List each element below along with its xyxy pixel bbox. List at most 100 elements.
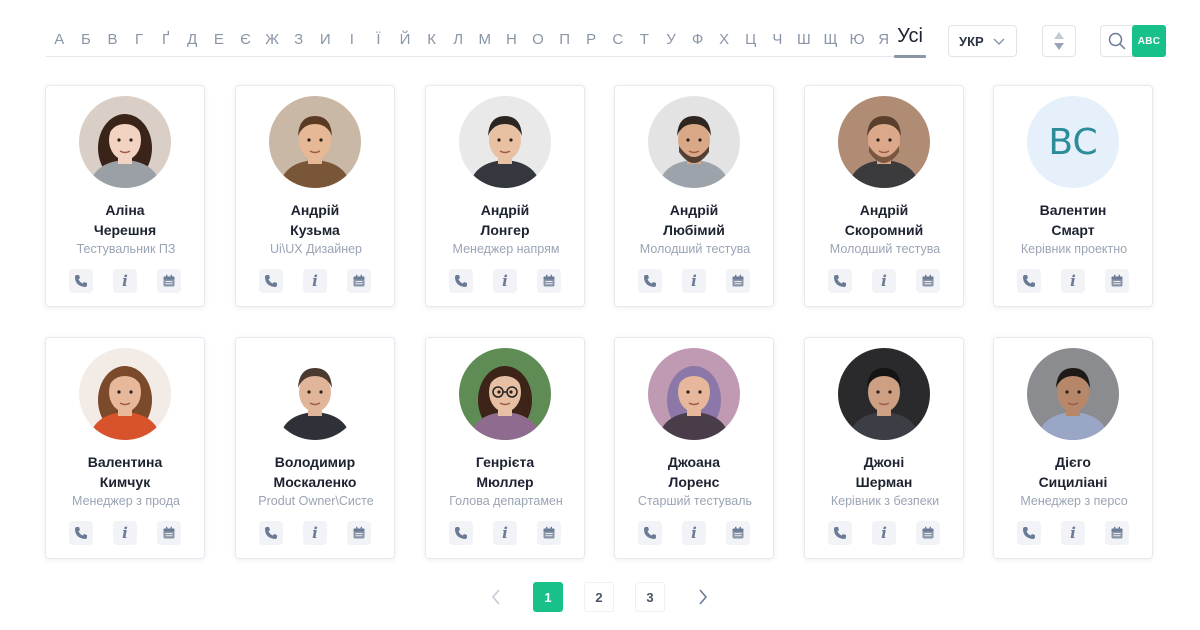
letter-filter[interactable]: Е	[206, 32, 233, 48]
calendar-button[interactable]	[1105, 269, 1129, 293]
next-page-button[interactable]	[688, 582, 718, 612]
letter-filter[interactable]: І	[339, 32, 366, 48]
letter-filter[interactable]: Н	[498, 32, 525, 48]
info-button[interactable]: i	[1061, 521, 1085, 545]
call-button[interactable]	[1017, 269, 1041, 293]
call-button[interactable]	[1017, 521, 1041, 545]
letter-filter[interactable]: Х	[711, 32, 738, 48]
info-button[interactable]: i	[682, 269, 706, 293]
calendar-button[interactable]	[347, 269, 371, 293]
letter-filter[interactable]: Ж	[259, 32, 286, 48]
info-button[interactable]: i	[303, 521, 327, 545]
calendar-button[interactable]	[537, 269, 561, 293]
call-button[interactable]	[828, 269, 852, 293]
letter-filter[interactable]: Щ	[817, 32, 844, 48]
call-button[interactable]	[638, 521, 662, 545]
info-button[interactable]: i	[1061, 269, 1085, 293]
employee-card[interactable]: Генрієта Мюллер Голова департамен i	[425, 337, 585, 559]
info-button[interactable]: i	[303, 269, 327, 293]
letter-filter[interactable]: Ч	[764, 32, 791, 48]
letter-filter[interactable]: Й	[392, 32, 419, 48]
letter-filter[interactable]: Г	[126, 32, 153, 48]
info-button[interactable]: i	[872, 269, 896, 293]
employee-card[interactable]: Джоана Лоренс Старший тестуваль i	[614, 337, 774, 559]
calendar-button[interactable]	[157, 269, 181, 293]
calendar-button[interactable]	[347, 521, 371, 545]
employee-card[interactable]: Валентина Кимчук Менеджер з прода i	[45, 337, 205, 559]
employee-card[interactable]: BC Валентин Смарт Керівник проектно i	[993, 85, 1153, 307]
abc-sort-button[interactable]: ABC	[1132, 25, 1166, 57]
call-button[interactable]	[69, 269, 93, 293]
employee-card[interactable]: Джоні Шерман Керівник з безпеки i	[804, 337, 964, 559]
calendar-button[interactable]	[726, 269, 750, 293]
call-button[interactable]	[259, 521, 283, 545]
letter-filter[interactable]: М	[472, 32, 499, 48]
alphabet-letters: АБВГҐДЕЄЖЗИІЇЙКЛМНОПРСТУФХЦЧШЩЮЯ	[46, 22, 897, 48]
calendar-button[interactable]	[537, 521, 561, 545]
call-button[interactable]	[828, 521, 852, 545]
call-button[interactable]	[638, 269, 662, 293]
employee-card[interactable]: Дієго Сициліані Менеджер з персо i	[993, 337, 1153, 559]
letter-filter[interactable]: Ґ	[152, 32, 179, 48]
letter-filter[interactable]: П	[551, 32, 578, 48]
info-button[interactable]: i	[682, 521, 706, 545]
letter-filter[interactable]: З	[285, 32, 312, 48]
page-3-button[interactable]: 3	[635, 582, 665, 612]
prev-page-button[interactable]	[481, 582, 511, 612]
letter-filter[interactable]: Ї	[365, 32, 392, 48]
letter-filter[interactable]: Т	[631, 32, 658, 48]
employee-card[interactable]: Володимир Москаленко Produt Owner\Систе …	[235, 337, 395, 559]
calendar-icon	[163, 526, 175, 539]
letter-filter[interactable]: Б	[73, 32, 100, 48]
employee-card[interactable]: Андрій Лонгер Менеджер напрям i	[425, 85, 585, 307]
phone-icon	[1023, 275, 1035, 287]
employee-name: Джоана Лоренс	[615, 453, 773, 492]
employee-card[interactable]: Аліна Черешня Тестувальник ПЗ i	[45, 85, 205, 307]
letter-filter[interactable]: С	[604, 32, 631, 48]
calendar-button[interactable]	[916, 521, 940, 545]
letter-filter[interactable]: Ю	[844, 32, 871, 48]
info-button[interactable]: i	[493, 521, 517, 545]
call-button[interactable]	[69, 521, 93, 545]
letter-filter[interactable]: Ф	[684, 32, 711, 48]
calendar-button[interactable]	[1105, 521, 1129, 545]
letter-filter[interactable]: О	[525, 32, 552, 48]
call-button[interactable]	[449, 521, 473, 545]
letter-filter[interactable]: И	[312, 32, 339, 48]
calendar-button[interactable]	[157, 521, 181, 545]
phone-icon	[644, 275, 656, 287]
language-select[interactable]: УКР	[948, 25, 1017, 57]
letter-filter[interactable]: А	[46, 32, 73, 48]
call-button[interactable]	[449, 269, 473, 293]
first-name: Дієго	[1055, 454, 1091, 470]
info-button[interactable]: i	[113, 521, 137, 545]
employee-card[interactable]: Андрій Скоромний Молодший тестува i	[804, 85, 964, 307]
letter-filter[interactable]: Л	[445, 32, 472, 48]
letter-filter[interactable]: У	[658, 32, 685, 48]
call-button[interactable]	[259, 269, 283, 293]
letter-filter[interactable]: В	[99, 32, 126, 48]
letter-filter[interactable]: Р	[578, 32, 605, 48]
letter-filter[interactable]: К	[418, 32, 445, 48]
calendar-icon	[353, 526, 365, 539]
info-button[interactable]: i	[113, 269, 137, 293]
employee-card[interactable]: Андрій Кузьма Ui\UX Дизайнер i	[235, 85, 395, 307]
employee-card[interactable]: Андрій Любімий Молодший тестува i	[614, 85, 774, 307]
page-2-button[interactable]: 2	[584, 582, 614, 612]
letter-filter[interactable]: Є	[232, 32, 259, 48]
sort-button[interactable]	[1042, 25, 1076, 57]
letter-filter[interactable]: Я	[870, 32, 897, 48]
calendar-button[interactable]	[726, 521, 750, 545]
info-button[interactable]: i	[872, 521, 896, 545]
letter-filter[interactable]: Ц	[737, 32, 764, 48]
avatar-photo	[79, 96, 171, 188]
letter-filter[interactable]: Д	[179, 32, 206, 48]
calendar-icon	[543, 274, 555, 287]
letter-filter[interactable]: Ш	[791, 32, 818, 48]
calendar-button[interactable]	[916, 269, 940, 293]
page-1-button[interactable]: 1	[533, 582, 563, 612]
avatar-photo	[459, 96, 551, 188]
search-button[interactable]	[1100, 25, 1134, 57]
info-button[interactable]: i	[493, 269, 517, 293]
alphabet-all-tab[interactable]: Усі	[894, 25, 926, 48]
